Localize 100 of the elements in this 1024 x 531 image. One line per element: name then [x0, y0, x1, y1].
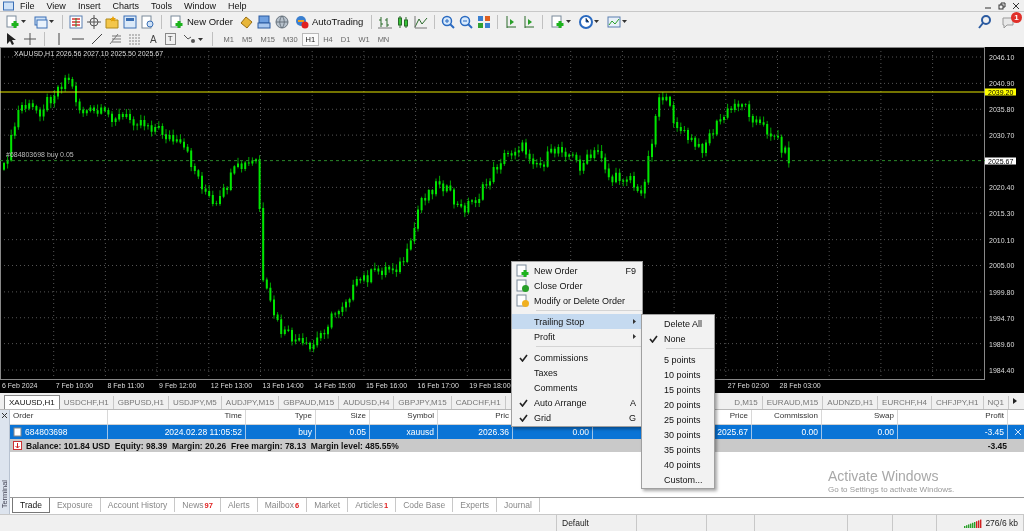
menu-item[interactable]: 35 points — [642, 442, 714, 457]
chart-tab[interactable]: USDCHF,H1 — [59, 396, 114, 409]
tile-windows-icon[interactable] — [477, 14, 492, 29]
caret-icon[interactable] — [197, 36, 203, 42]
menu-item[interactable]: Grid G — [512, 410, 642, 425]
chart-tab[interactable]: CADCHF,H1 — [451, 396, 506, 409]
menu-item[interactable]: Modify or Delete Order — [512, 293, 642, 308]
menu-item[interactable]: Tools — [144, 0, 178, 11]
tester-icon[interactable] — [141, 14, 155, 29]
caret-icon[interactable] — [622, 19, 628, 24]
column-header[interactable]: Time — [224, 411, 242, 420]
menu-item[interactable]: 30 points — [642, 427, 714, 442]
chart-tab[interactable]: EURCHF,H4 — [878, 396, 932, 409]
caret-icon[interactable] — [21, 19, 26, 24]
close-icon[interactable] — [1012, 1, 1020, 10]
zoom-out-icon[interactable] — [459, 14, 474, 29]
column-header[interactable]: Swap — [874, 411, 894, 420]
crosshair-icon[interactable] — [87, 14, 101, 29]
column-header[interactable]: Pric — [495, 411, 509, 420]
cursor-icon[interactable] — [4, 32, 18, 46]
printer-icon[interactable] — [256, 14, 271, 29]
chart-tab[interactable]: GBPUSD,H1 — [113, 396, 169, 409]
menu-item[interactable]: 10 points — [642, 367, 714, 382]
periods-button[interactable] — [577, 12, 602, 31]
new-order-button[interactable]: New Order — [168, 13, 235, 30]
menu-item[interactable]: Taxes — [512, 365, 642, 380]
label-tool[interactable]: T — [164, 33, 176, 45]
column-header[interactable]: Commission — [774, 411, 818, 420]
chart-tab[interactable]: AUDJPY,M15 — [221, 396, 280, 409]
column-header[interactable]: Symbol — [407, 411, 434, 420]
menu-item[interactable]: Insert — [71, 0, 107, 11]
menu-item[interactable]: Profit — [512, 329, 642, 344]
terminal-tab[interactable]: Market — [307, 498, 349, 512]
chart-tab[interactable]: GBPAUD,M15 — [279, 396, 340, 409]
menu-item[interactable]: Delete All — [642, 316, 714, 331]
zoom-in-icon[interactable] — [441, 14, 456, 29]
market-watch-icon[interactable] — [69, 14, 83, 29]
close-icon[interactable] — [1, 412, 8, 419]
status-profile: Default — [557, 515, 637, 531]
restore-icon[interactable] — [998, 1, 1006, 10]
autoscroll-icon[interactable] — [504, 14, 519, 29]
globe-icon[interactable] — [274, 14, 289, 29]
terminal-tab[interactable]: Trade — [12, 498, 50, 513]
menu-item[interactable]: Charts — [106, 0, 145, 11]
terminal-tab[interactable]: Experts — [453, 498, 498, 512]
menu-item[interactable]: 20 points — [642, 397, 714, 412]
menu-item[interactable]: Trailing Stop — [512, 314, 642, 329]
column-header[interactable]: Price — [729, 411, 748, 420]
trend-line-icon[interactable] — [90, 32, 104, 46]
column-header[interactable]: Profit — [985, 411, 1004, 420]
menu-item[interactable]: Comments — [512, 380, 642, 395]
bar-chart-icon[interactable] — [378, 14, 393, 29]
terminal-tab[interactable]: Code Base — [396, 498, 454, 512]
menu-item[interactable]: 15 points — [642, 382, 714, 397]
auto-trading-button[interactable]: AutoTrading — [292, 13, 366, 30]
menu-item[interactable]: Window — [177, 0, 222, 11]
app-icon — [3, 0, 14, 11]
terminal-tab[interactable]: Journal — [497, 498, 540, 512]
caret-icon[interactable] — [566, 19, 572, 24]
submenu-arrow-icon — [633, 319, 636, 324]
search-icon[interactable] — [978, 14, 992, 29]
submenu-arrow-icon — [633, 334, 636, 339]
chart-tab[interactable]: XAUUSD,H1 — [4, 395, 60, 409]
chart-tab[interactable]: EURAUD,M15 — [762, 396, 824, 409]
column-header[interactable]: Order — [13, 411, 34, 420]
menu-item[interactable]: Custom... — [642, 472, 714, 487]
chart-tab[interactable]: USDJPY,M5 — [168, 396, 222, 409]
line-chart-icon[interactable] — [414, 14, 429, 29]
activation-title: Activate Windows — [828, 468, 940, 484]
fibonacci-icon[interactable] — [109, 32, 123, 46]
menu-item[interactable]: Close Order — [512, 278, 642, 293]
menu-item[interactable]: File — [14, 0, 41, 11]
menu-item[interactable]: Help — [221, 0, 253, 11]
chart-shift-icon[interactable] — [522, 14, 537, 29]
terminal-tab[interactable]: Alerts — [220, 498, 258, 512]
menu-item[interactable]: 40 points — [642, 457, 714, 472]
chart-tab[interactable]: AUDNZD,H1 — [823, 396, 879, 409]
terminal-tab[interactable]: Exposure — [49, 498, 101, 512]
terminal-tab[interactable]: Account History — [100, 498, 176, 512]
menu-item[interactable]: None — [642, 331, 714, 346]
chart-tab[interactable]: D,M15 — [732, 396, 763, 409]
candlestick-icon[interactable] — [396, 14, 411, 29]
menu-item[interactable]: 5 points — [642, 352, 714, 367]
chart-tab[interactable]: AUDUSD,H4 — [339, 396, 395, 409]
menu-item[interactable]: New Order F9 — [512, 263, 642, 278]
text-tool[interactable]: A — [147, 33, 160, 45]
caret-icon[interactable] — [49, 19, 54, 24]
column-header[interactable]: Size — [350, 411, 366, 420]
chart-tab[interactable]: GBPJPY,M15 — [394, 396, 452, 409]
chart-tab[interactable]: NQ1 — [983, 396, 1009, 409]
menu-item[interactable]: 25 points — [642, 412, 714, 427]
scroll-right-icon[interactable] — [1012, 397, 1018, 405]
menu-item[interactable]: Auto Arrange A — [512, 395, 642, 410]
menu-item[interactable]: View — [40, 0, 72, 11]
menu-item[interactable]: Commissions — [512, 350, 642, 365]
chart-tab[interactable]: CHFJPY,H1 — [932, 396, 984, 409]
column-header[interactable]: Type — [294, 411, 312, 420]
caret-icon[interactable] — [594, 19, 600, 24]
terminal-icon[interactable] — [123, 14, 137, 29]
chat-icon[interactable] — [1002, 14, 1016, 29]
